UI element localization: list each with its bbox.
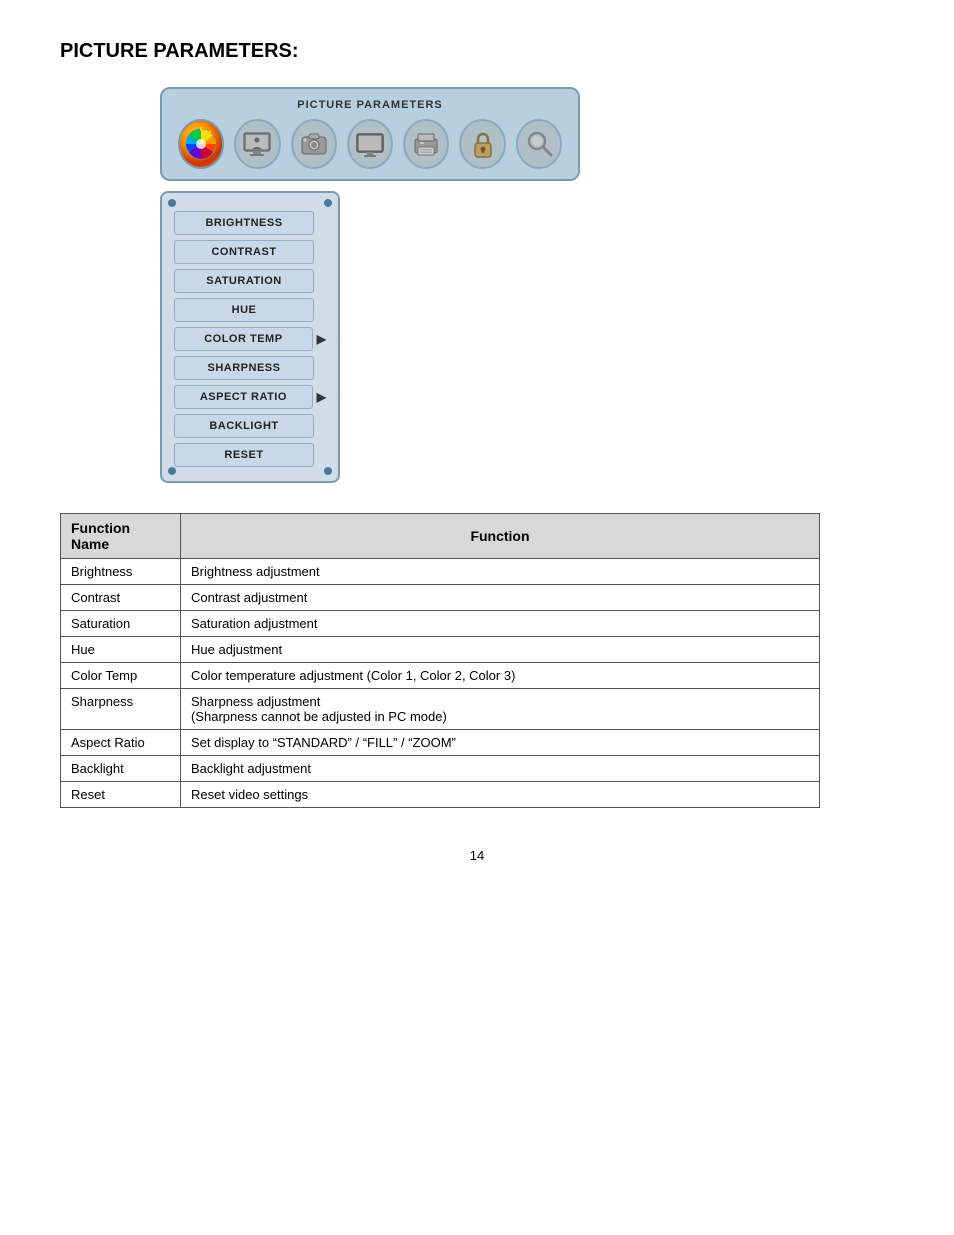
table-cell-name: Aspect Ratio xyxy=(61,730,181,756)
arrow-right-icon: ▶ xyxy=(317,332,326,346)
table-cell-function: Contrast adjustment xyxy=(181,585,820,611)
table-cell-name: Sharpness xyxy=(61,689,181,730)
table-cell-function: Reset video settings xyxy=(181,782,820,808)
menu-item-row: COLOR TEMP ▶ xyxy=(174,327,326,351)
table-header-function-name: Function Name xyxy=(61,514,181,559)
menu-item-button-contrast[interactable]: CONTRAST xyxy=(174,240,314,264)
menu-items-list: BRIGHTNESS CONTRAST SATURATION HUE COLOR TEM… xyxy=(174,211,326,467)
color-wheel-icon[interactable] xyxy=(178,119,224,169)
page-title: PICTURE PARAMETERS: xyxy=(60,40,894,63)
table-row: Color TempColor temperature adjustment (… xyxy=(61,663,820,689)
menu-item-row: SHARPNESS xyxy=(174,356,326,380)
menu-item-button-hue[interactable]: HUE xyxy=(174,298,314,322)
corner-dot-tr xyxy=(324,199,332,207)
table-row: SharpnessSharpness adjustment(Sharpness … xyxy=(61,689,820,730)
arrow-right-icon: ▶ xyxy=(317,390,326,404)
table-row: ResetReset video settings xyxy=(61,782,820,808)
menu-item-row: RESET xyxy=(174,443,326,467)
monitor-icon[interactable] xyxy=(234,119,280,169)
display-icon[interactable] xyxy=(347,119,393,169)
camera-icon[interactable] xyxy=(291,119,337,169)
table-cell-name: Contrast xyxy=(61,585,181,611)
table-row: HueHue adjustment xyxy=(61,637,820,663)
menu-item-button-reset[interactable]: RESET xyxy=(174,443,314,467)
menu-item-button-brightness[interactable]: BRIGHTNESS xyxy=(174,211,314,235)
icon-bar: PICTURE PARAMETERS xyxy=(160,87,580,181)
table-cell-function: Backlight adjustment xyxy=(181,756,820,782)
page-number: 14 xyxy=(60,848,894,863)
table-cell-name: Backlight xyxy=(61,756,181,782)
corner-dot-br xyxy=(324,467,332,475)
icon-bar-title: PICTURE PARAMETERS xyxy=(178,99,562,111)
menu-item-button-sharpness[interactable]: SHARPNESS xyxy=(174,356,314,380)
table-cell-name: Saturation xyxy=(61,611,181,637)
table-header-function: Function xyxy=(181,514,820,559)
menu-item-button-aspect-ratio[interactable]: ASPECT RATIO xyxy=(174,385,313,409)
menu-item-row: ASPECT RATIO ▶ xyxy=(174,385,326,409)
icon-bar-icons xyxy=(178,119,562,169)
table-cell-function: Color temperature adjustment (Color 1, C… xyxy=(181,663,820,689)
table-cell-function: Hue adjustment xyxy=(181,637,820,663)
table-cell-name: Reset xyxy=(61,782,181,808)
menu-item-row: SATURATION xyxy=(174,269,326,293)
table-cell-function: Saturation adjustment xyxy=(181,611,820,637)
menu-item-button-saturation[interactable]: SATURATION xyxy=(174,269,314,293)
search-icon[interactable] xyxy=(516,119,562,169)
table-cell-name: Brightness xyxy=(61,559,181,585)
menu-item-row: HUE xyxy=(174,298,326,322)
table-row: BacklightBacklight adjustment xyxy=(61,756,820,782)
printer-icon[interactable] xyxy=(403,119,449,169)
table-row: BrightnessBrightness adjustment xyxy=(61,559,820,585)
picture-panel-wrapper: PICTURE PARAMETERS xyxy=(160,87,894,483)
table-cell-name: Hue xyxy=(61,637,181,663)
menu-panel: BRIGHTNESS CONTRAST SATURATION HUE COLOR TEM… xyxy=(160,191,340,483)
lock-icon[interactable] xyxy=(459,119,505,169)
table-row: ContrastContrast adjustment xyxy=(61,585,820,611)
table-row: Aspect RatioSet display to “STANDARD” / … xyxy=(61,730,820,756)
corner-dot-bl xyxy=(168,467,176,475)
menu-item-row: BACKLIGHT xyxy=(174,414,326,438)
table-cell-function: Sharpness adjustment(Sharpness cannot be… xyxy=(181,689,820,730)
corner-dot-tl xyxy=(168,199,176,207)
menu-item-button-backlight[interactable]: BACKLIGHT xyxy=(174,414,314,438)
table-cell-name: Color Temp xyxy=(61,663,181,689)
function-table: Function Name Function BrightnessBrightn… xyxy=(60,513,820,808)
table-cell-function: Brightness adjustment xyxy=(181,559,820,585)
menu-item-row: CONTRAST xyxy=(174,240,326,264)
menu-item-button-color-temp[interactable]: COLOR TEMP xyxy=(174,327,313,351)
table-cell-function: Set display to “STANDARD” / “FILL” / “ZO… xyxy=(181,730,820,756)
menu-item-row: BRIGHTNESS xyxy=(174,211,326,235)
table-row: SaturationSaturation adjustment xyxy=(61,611,820,637)
